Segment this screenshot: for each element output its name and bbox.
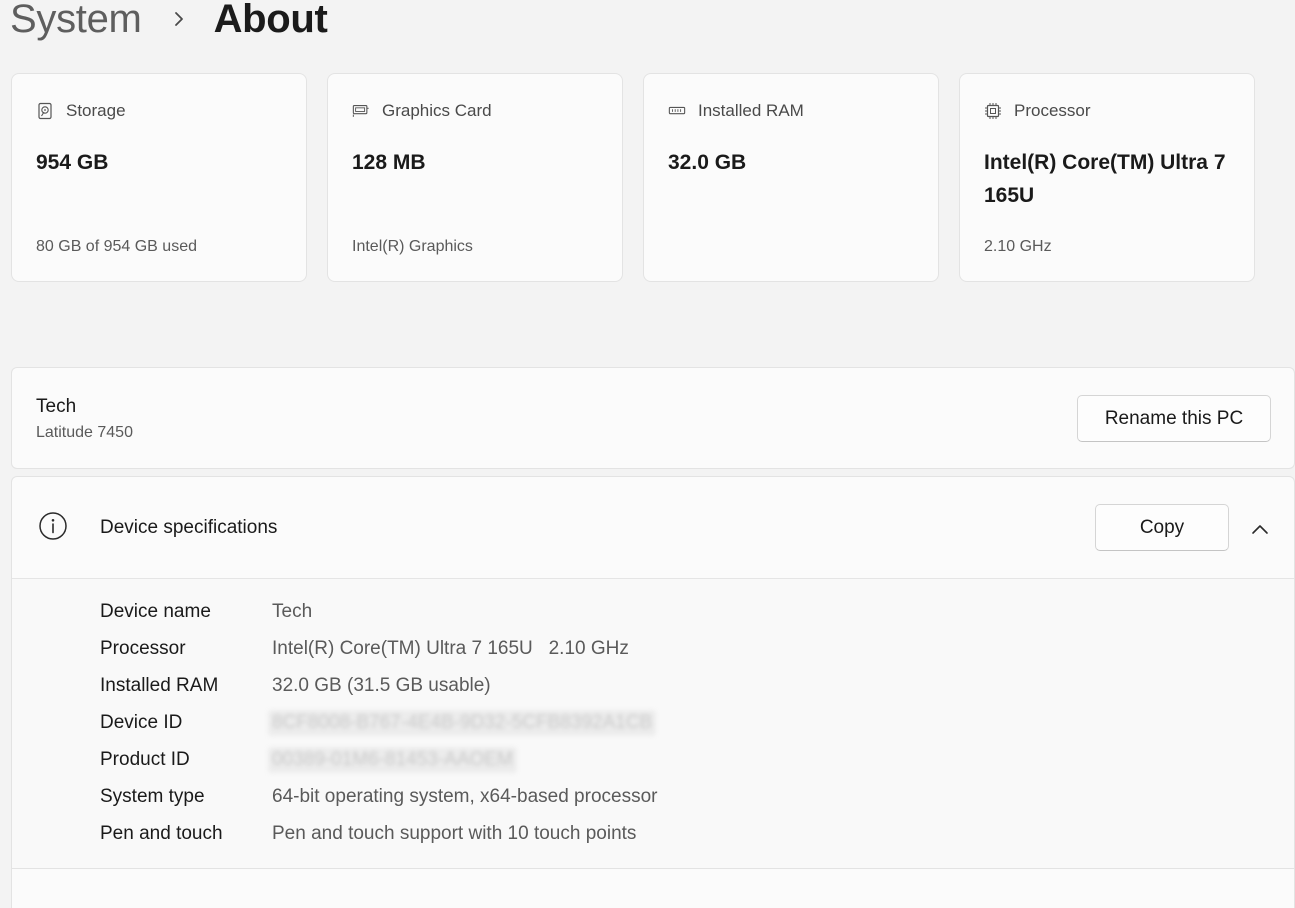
spec-label: System type [100,785,205,807]
spec-value: 32.0 GB (31.5 GB usable) [272,674,491,696]
card-value: 32.0 GB [668,151,747,174]
spec-value: Pen and touch support with 10 touch poin… [272,822,637,844]
spec-label: Product ID [100,748,190,770]
card-value: 128 MB [352,151,426,174]
graphics-card-icon [352,102,370,120]
card-label: Processor [1014,101,1091,120]
storage-card[interactable]: Storage 954 GB 80 GB of 954 GB used [11,73,307,282]
spec-row-processor: Processor Intel(R) Core(TM) Ultra 7 165U… [100,630,629,667]
card-label: Installed RAM [698,101,804,120]
spec-value: 64-bit operating system, x64-based proce… [272,785,658,807]
spec-row-system-type: System type 64-bit operating system, x64… [100,778,657,815]
spec-value: Tech [272,600,313,622]
spec-row-device-name: Device name Tech [100,593,312,630]
pc-name: Tech [36,396,77,417]
processor-icon [984,102,1002,120]
hard-drive-icon [36,102,54,120]
card-value: 954 GB [36,151,109,174]
spec-label: Installed RAM [100,674,219,696]
next-settings-panel [11,868,1295,908]
spec-label: Device ID [100,711,183,733]
spec-value-redacted: 8CF8008-B767-4E4B-9D32-5CFB8392A1CB [268,709,657,736]
spec-value: Intel(R) Core(TM) Ultra 7 165U 2.10 GHz [272,637,629,659]
pc-model: Latitude 7450 [36,424,133,441]
spec-row-installed-ram: Installed RAM 32.0 GB (31.5 GB usable) [100,667,491,704]
breadcrumb-system-link[interactable]: System [10,0,142,47]
spec-label: Device name [100,600,211,622]
device-specifications-header[interactable]: Device specifications Copy [12,477,1294,579]
chevron-up-icon[interactable] [1249,518,1271,540]
installed-ram-card[interactable]: Installed RAM 32.0 GB [643,73,939,282]
page-title: About [213,0,328,41]
card-label: Storage [66,101,126,120]
pc-name-section: Tech Latitude 7450 Rename this PC [11,367,1295,469]
device-specifications-title: Device specifications [100,517,278,538]
spec-row-pen-and-touch: Pen and touch Pen and touch support with… [100,815,636,852]
card-value: Intel(R) Core(TM) Ultra 7 165U [984,151,1226,207]
device-specifications-panel: Device specifications Copy Device name T… [11,476,1295,869]
graphics-card-card[interactable]: Graphics Card 128 MB Intel(R) Graphics [327,73,623,282]
card-subtext: Intel(R) Graphics [352,238,473,255]
spec-label: Processor [100,637,186,659]
spec-row-product-id: Product ID 00389-01M6-81453-AAOEM [100,741,517,778]
info-icon [39,512,67,540]
card-subtext: 2.10 GHz [984,238,1052,255]
copy-specs-button[interactable]: Copy [1095,504,1229,551]
spec-row-device-id: Device ID 8CF8008-B767-4E4B-9D32-5CFB839… [100,704,657,741]
spec-label: Pen and touch [100,822,223,844]
memory-icon [668,102,686,120]
rename-pc-button[interactable]: Rename this PC [1077,395,1271,442]
device-specifications-list: Device name Tech Processor Intel(R) Core… [12,579,1294,869]
chevron-right-icon [174,12,183,26]
card-subtext: 80 GB of 954 GB used [36,238,197,255]
summary-cards: Storage 954 GB 80 GB of 954 GB used Grap… [11,73,1255,282]
breadcrumb: System About [10,0,328,47]
card-label: Graphics Card [382,101,492,120]
processor-card[interactable]: Processor Intel(R) Core(TM) Ultra 7 165U… [959,73,1255,282]
spec-value-redacted: 00389-01M6-81453-AAOEM [268,746,517,773]
